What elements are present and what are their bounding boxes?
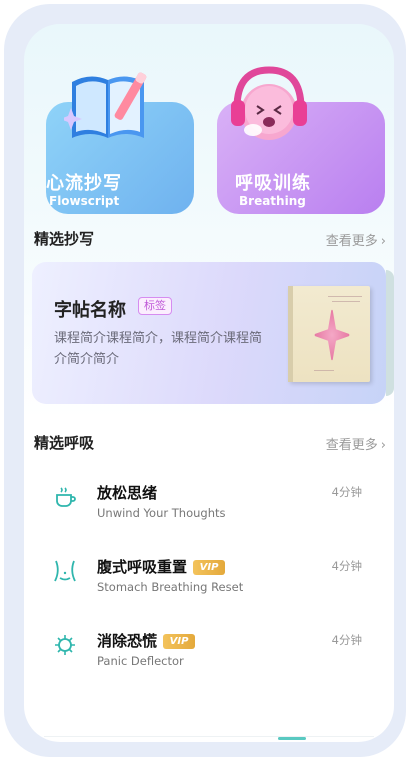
- breathing-subtitle: Breathing: [239, 194, 306, 208]
- flowscript-title: 心流抄写: [46, 173, 122, 194]
- copybook-card[interactable]: 字帖名称 标签 课程简介课程简介，课程简介课程简介简介简介: [32, 262, 394, 404]
- breathing-section-title-text: 精选呼吸: [34, 434, 95, 452]
- phone-frame: 心流抄写 Flowscript 呼吸训练 Breathing 精选抄写 查看更多…: [4, 4, 406, 757]
- breathing-card[interactable]: 呼吸训练 Breathing: [217, 64, 385, 214]
- breathing-item-title: 消除恐慌 VIP: [97, 630, 196, 651]
- cover-line: [332, 301, 360, 302]
- cover-line: [328, 296, 362, 297]
- breathing-item-duration: 4分钟: [331, 559, 362, 573]
- breathing-section-header: 精选呼吸 查看更多 ›: [34, 432, 386, 454]
- copybook-section-header: 精选抄写 查看更多 ›: [34, 228, 386, 250]
- copybook-cover-image: [288, 286, 370, 382]
- breathing-item-subtitle: Stomach Breathing Reset: [97, 580, 244, 594]
- vip-badge: VIP: [193, 560, 226, 575]
- breathing-item[interactable]: 腹式呼吸重置 VIP Stomach Breathing Reset 4分钟: [52, 556, 362, 606]
- copybook-more-text: 查看更多: [325, 234, 378, 249]
- chevron-right-icon: ›: [380, 234, 386, 249]
- headphones-mascot-icon: [231, 66, 307, 140]
- breathing-section-title: 精选呼吸: [34, 432, 101, 453]
- cover-line: [314, 370, 334, 371]
- book-spine: [288, 286, 293, 382]
- star-graphic: [312, 306, 352, 364]
- breathing-item-title: 腹式呼吸重置 VIP: [97, 556, 226, 577]
- card-edge: [386, 270, 394, 396]
- breathing-item-duration: 4分钟: [331, 633, 362, 647]
- chevron-right-icon: ›: [380, 438, 386, 453]
- app-screen: 心流抄写 Flowscript 呼吸训练 Breathing 精选抄写 查看更多…: [24, 24, 394, 742]
- virus-icon: [55, 635, 75, 655]
- breathing-item-subtitle: Panic Deflector: [97, 654, 184, 668]
- stomach-icon: [54, 560, 76, 582]
- breathing-item-title-text: 消除恐慌: [97, 632, 158, 650]
- breathing-item[interactable]: 放松思绪 Unwind Your Thoughts 4分钟: [52, 482, 362, 532]
- breathing-item[interactable]: 消除恐慌 VIP Panic Deflector 4分钟: [52, 630, 362, 680]
- copybook-description: 课程简介课程简介，课程简介课程简介简介简介: [54, 331, 263, 367]
- breathing-item-duration: 4分钟: [331, 485, 362, 499]
- tab-bar-divider: [44, 736, 374, 737]
- breathing-more-link[interactable]: 查看更多 ›: [326, 434, 386, 453]
- copybook-section-title: 精选抄写: [34, 228, 101, 249]
- copybook-more-link[interactable]: 查看更多 ›: [326, 230, 386, 249]
- copybook-name: 字帖名称: [54, 300, 126, 321]
- tea-cup-icon: [56, 487, 76, 507]
- breathing-item-subtitle: Unwind Your Thoughts: [97, 506, 226, 520]
- flowscript-card[interactable]: 心流抄写 Flowscript: [46, 64, 194, 214]
- breathing-item-title: 放松思绪: [97, 484, 158, 502]
- book-pencil-icon: [64, 72, 147, 138]
- breathing-item-title-text: 腹式呼吸重置: [97, 558, 188, 576]
- flowscript-subtitle: Flowscript: [49, 194, 120, 208]
- breathing-more-text: 查看更多: [325, 438, 378, 453]
- vip-badge: VIP: [163, 634, 196, 649]
- copybook-section-title-text: 精选抄写: [34, 230, 95, 248]
- breathing-title: 呼吸训练: [235, 173, 311, 194]
- copybook-tag: 标签: [138, 297, 172, 315]
- tab-indicator: [278, 737, 306, 740]
